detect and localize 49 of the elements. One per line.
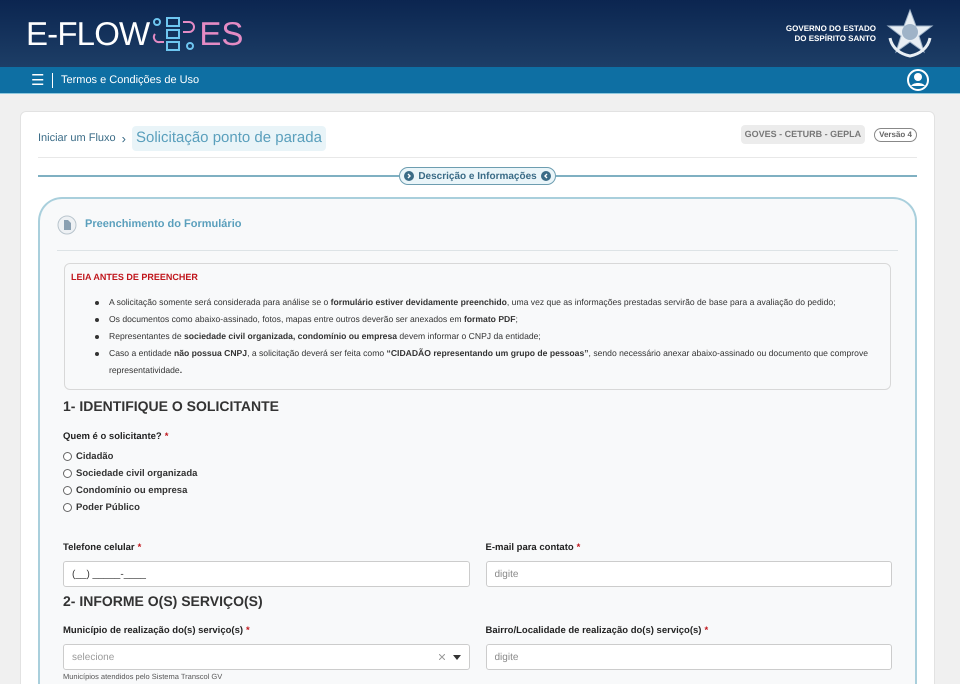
required-marker: *	[164, 430, 168, 444]
chevron-left-icon	[540, 171, 551, 181]
logo-suffix: ES	[199, 17, 244, 50]
chevron-right-icon	[404, 171, 414, 181]
field-label: Bairro/Localidade de realização do(s) serviço(s)	[486, 624, 702, 638]
input-field[interactable]: (__) _____-____	[63, 561, 470, 587]
notice-item: Os documentos como abaixo-assinado, fotos, mapas entre outros deverão ser anexados em formato PDF;	[109, 312, 518, 326]
bullet-icon	[95, 300, 99, 304]
terms-link[interactable]: Termos e Condições de Uso	[53, 72, 200, 88]
radio-option[interactable]: Sociedade civil organizada	[63, 466, 198, 481]
input-field[interactable]: digite	[486, 644, 892, 670]
bullet-icon	[95, 318, 99, 322]
user-avatar-icon[interactable]	[907, 69, 929, 91]
chevron-icon: ›	[122, 128, 126, 148]
logo-text: E-FLOW	[26, 17, 150, 50]
input-field[interactable]: digite	[486, 561, 892, 587]
organization-badge: GOVES - CETURB - GEPLA	[740, 124, 866, 144]
notice-item: Representantes de sociedade civil organizada, condomínio ou empresa devem informar o CNPJ da entidade;	[109, 330, 541, 343]
panel-title: Preenchimento do Formulário	[85, 217, 242, 232]
section-toggle[interactable]: Descrição e Informações	[399, 167, 556, 185]
field-label: Município de realização do(s) serviço(s)	[63, 624, 244, 638]
clear-icon[interactable]	[438, 654, 444, 660]
document-icon	[57, 214, 77, 234]
radio-option[interactable]: Cidadão	[63, 450, 114, 464]
select-placeholder: selecione	[72, 650, 114, 665]
version-badge: Versão 4	[874, 128, 917, 142]
section-heading: 1- IDENTIFIQUE O SOLICITANTE	[63, 396, 280, 416]
coat-of-arms-icon	[886, 8, 934, 60]
field-label: Telefone celular	[63, 540, 135, 555]
government-name: GOVERNO DO ESTADO	[786, 24, 876, 34]
required-marker: *	[138, 540, 142, 555]
bullet-icon	[95, 352, 99, 356]
radio-option[interactable]: Poder Público	[63, 500, 140, 515]
radio-option[interactable]: Condomínio ou empresa	[63, 484, 188, 498]
required-marker: *	[246, 624, 250, 638]
notice-item: A solicitação somente será considerada para análise se o formulário estiver devidamente preenchido, uma vez que as informações prestadas servirão de base para a avaliação do pedido;	[109, 296, 836, 309]
required-marker: *	[576, 540, 580, 555]
field-label: Quem é o solicitante?	[63, 430, 162, 444]
section-heading: 2- INFORME O(S) SERVIÇO(S)	[63, 592, 264, 611]
page-title: Solicitação ponto de parada	[132, 126, 326, 151]
flow-diagram-icon	[152, 16, 196, 50]
government-name: DO ESPÍRITO SANTO	[794, 34, 876, 44]
dropdown-caret-icon[interactable]	[452, 654, 460, 660]
field-label: E-mail para contato	[486, 540, 574, 555]
notice-item: Caso a entidade não possua CNPJ, a solicitação deverá ser feita como “CIDADÃO representando um grupo de pessoas”, sendo necessário anexar abaixo-assinado ou documento que comprove representatividade.	[109, 346, 870, 377]
breadcrumb-link[interactable]: Iniciar um Fluxo	[38, 130, 116, 147]
notice-title: LEIA ANTES DE PREENCHER	[71, 271, 199, 284]
required-marker: *	[704, 624, 708, 638]
bullet-icon	[95, 334, 99, 338]
